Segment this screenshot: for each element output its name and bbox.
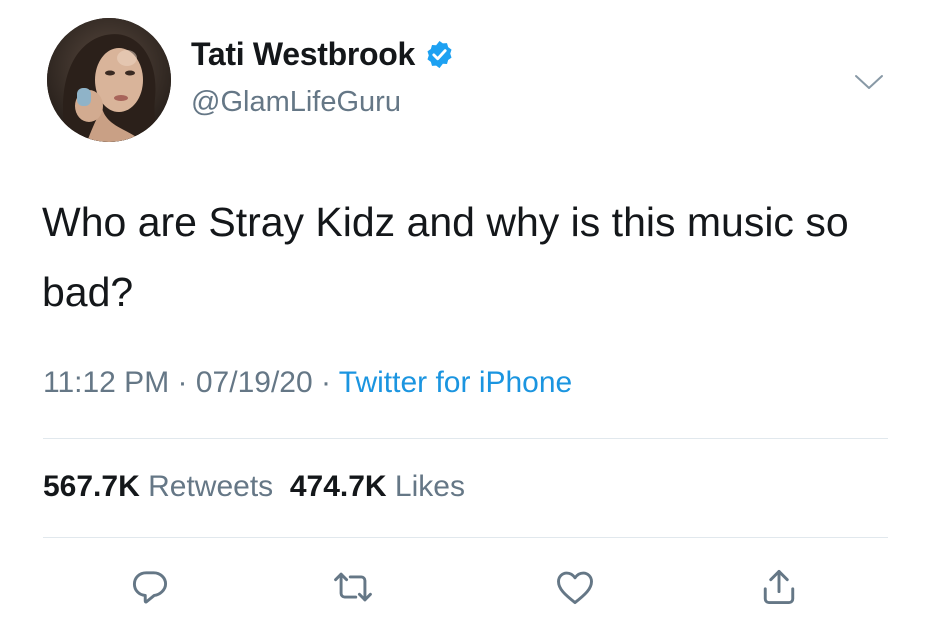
likes-stat[interactable]: 474.7K Likes (290, 470, 465, 503)
tweet-metadata: 11:12 PM · 07/19/20 · Twitter for iPhone (43, 366, 572, 400)
avatar[interactable] (47, 18, 171, 142)
author-name[interactable]: Tati Westbrook (191, 36, 455, 73)
likes-count: 474.7K (289, 470, 387, 503)
retweets-stat[interactable]: 567.7K Retweets (43, 470, 273, 503)
separator: · (177, 366, 188, 399)
divider (43, 438, 888, 439)
tweet-text: Who are Stray Kidz and why is this music… (42, 199, 849, 315)
retweet-button[interactable] (331, 565, 375, 609)
divider (43, 537, 888, 538)
tweet-source-link[interactable]: Twitter for iPhone (339, 366, 572, 399)
separator: · (321, 366, 331, 399)
share-button[interactable] (757, 565, 801, 609)
tweet-date[interactable]: 07/19/20 (196, 366, 313, 399)
retweets-count: 567.7K (43, 470, 140, 503)
tweet-time[interactable]: 11:12 PM (43, 366, 169, 399)
reply-icon (132, 571, 168, 604)
like-button[interactable] (553, 565, 597, 609)
share-icon (763, 569, 795, 605)
tweet-stats: 567.7K Retweets 474.7K Likes (43, 470, 465, 504)
reply-button[interactable] (128, 565, 172, 609)
author-display-name[interactable]: Tati Westbrook (191, 36, 415, 73)
profile-photo (47, 18, 171, 142)
author-handle[interactable]: @GlamLifeGuru (191, 86, 401, 119)
chevron-down-icon[interactable] (853, 72, 885, 92)
likes-label: Likes (394, 470, 465, 503)
heart-icon (557, 571, 593, 605)
retweet-icon (334, 572, 372, 602)
retweets-label: Retweets (148, 470, 274, 503)
verified-badge-icon (424, 39, 455, 70)
